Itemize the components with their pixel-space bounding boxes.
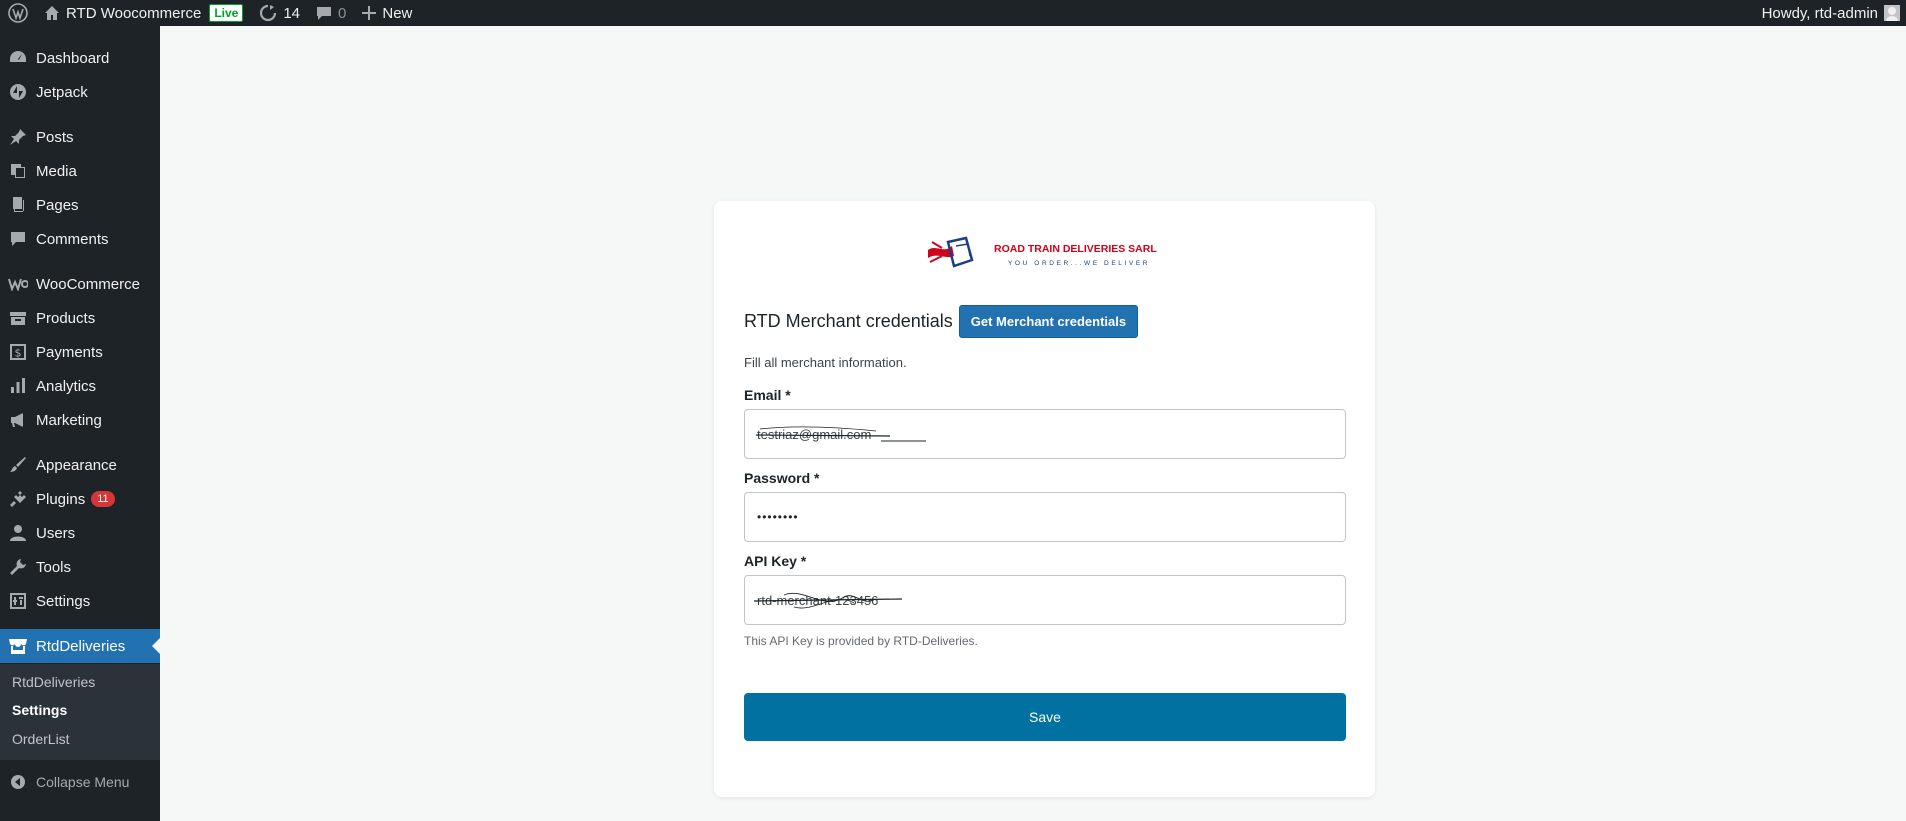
form-description: Fill all merchant information. xyxy=(744,355,907,370)
updates-icon xyxy=(259,4,277,22)
password-field[interactable]: •••••••• xyxy=(744,492,1346,542)
password-value: •••••••• xyxy=(757,510,799,524)
menu-label: Tools xyxy=(36,558,72,576)
rtd-logo: ROAD TRAIN DELIVERIES SARL YOU ORDER...W… xyxy=(928,236,1157,268)
email-field[interactable]: testriaz@gmail.com xyxy=(744,409,1346,459)
new-content-link[interactable]: New xyxy=(354,0,420,26)
comment-bubble-icon xyxy=(316,5,332,21)
credentials-card: ROAD TRAIN DELIVERIES SARL YOU ORDER...W… xyxy=(714,201,1375,797)
collapse-arrow-icon xyxy=(0,774,36,790)
comments-count: 0 xyxy=(338,4,347,22)
user-icon xyxy=(0,524,36,542)
submenu-rtddeliveries[interactable]: RtdDeliveries xyxy=(12,674,95,690)
jetpack-icon xyxy=(0,83,36,101)
media-icon xyxy=(0,162,36,180)
menu-label: Appearance xyxy=(36,456,117,474)
get-merchant-credentials-button[interactable]: Get Merchant credentials xyxy=(958,305,1139,338)
menu-rtddeliveries[interactable]: RtdDeliveries xyxy=(0,629,160,663)
archive-icon xyxy=(0,309,36,327)
menu-analytics[interactable]: Analytics xyxy=(0,369,160,403)
comments-link[interactable]: 0 xyxy=(308,0,354,26)
plugins-update-badge: 11 xyxy=(91,491,115,507)
home-icon xyxy=(44,5,60,21)
logo-title: ROAD TRAIN DELIVERIES SARL xyxy=(994,243,1157,255)
menu-plugins[interactable]: Plugins 11 xyxy=(0,482,160,516)
menu-woocommerce[interactable]: WooCommerce xyxy=(0,267,160,301)
avatar xyxy=(1884,5,1900,21)
menu-label: Jetpack xyxy=(36,83,88,101)
howdy-text: Howdy, rtd-admin xyxy=(1761,4,1878,22)
site-name-link[interactable]: RTD Woocommerce Live xyxy=(36,0,251,26)
menu-settings[interactable]: Settings xyxy=(0,584,160,618)
menu-label: Plugins xyxy=(36,490,86,508)
submenu-settings[interactable]: Settings xyxy=(12,702,67,718)
menu-label: Analytics xyxy=(36,377,97,395)
api-key-field[interactable]: rtd-merchant-123456 xyxy=(744,575,1346,625)
submenu-orderlist[interactable]: OrderList xyxy=(12,731,70,747)
bar-chart-icon xyxy=(0,377,36,395)
menu-dashboard[interactable]: Dashboard xyxy=(0,41,160,75)
menu-label: Media xyxy=(36,162,77,180)
megaphone-icon xyxy=(0,411,36,429)
wordpress-logo-icon[interactable] xyxy=(0,0,36,26)
menu-label: Marketing xyxy=(36,411,102,429)
plugin-icon xyxy=(0,490,36,508)
menu-payments[interactable]: $ Payments xyxy=(0,335,160,369)
svg-text:$: $ xyxy=(15,347,22,360)
comment-icon xyxy=(0,230,36,248)
menu-pages[interactable]: Pages xyxy=(0,188,160,222)
updates-link[interactable]: 14 xyxy=(251,0,308,26)
logo-tagline: YOU ORDER...WE DELIVER xyxy=(1008,260,1150,267)
dollar-icon: $ xyxy=(0,343,36,361)
menu-label: WooCommerce xyxy=(36,275,140,293)
brush-icon xyxy=(0,456,36,474)
api-key-label: API Key * xyxy=(744,553,807,569)
pages-icon xyxy=(0,196,36,214)
page-title: RTD Merchant credentials xyxy=(744,311,953,331)
woo-icon xyxy=(0,277,36,291)
email-value: testriaz@gmail.com xyxy=(757,426,872,442)
dashboard-icon xyxy=(0,49,36,67)
admin-sidebar: Dashboard Jetpack Posts Media Pages Comm… xyxy=(0,26,160,821)
account-menu[interactable]: Howdy, rtd-admin xyxy=(1754,0,1906,26)
menu-label: Products xyxy=(36,309,96,327)
new-label: New xyxy=(382,4,413,22)
email-label: Email * xyxy=(744,387,791,403)
wrench-icon xyxy=(0,558,36,576)
menu-label: Dashboard xyxy=(36,49,110,67)
collapse-menu-label: Collapse Menu xyxy=(36,774,130,790)
menu-label: Pages xyxy=(36,196,79,214)
plus-icon xyxy=(362,6,377,20)
menu-label: Payments xyxy=(36,343,103,361)
menu-label: Comments xyxy=(36,230,109,248)
menu-marketing[interactable]: Marketing xyxy=(0,403,160,437)
rtd-submenu: RtdDeliveries Settings OrderList xyxy=(0,664,160,760)
menu-label: RtdDeliveries xyxy=(36,637,126,655)
site-name: RTD Woocommerce xyxy=(66,4,202,22)
menu-tools[interactable]: Tools xyxy=(0,550,160,584)
menu-products[interactable]: Products xyxy=(0,301,160,335)
menu-jetpack[interactable]: Jetpack xyxy=(0,75,160,109)
api-key-help-text: This API Key is provided by RTD-Deliveri… xyxy=(744,634,978,648)
live-badge: Live xyxy=(209,4,244,22)
pin-icon xyxy=(0,128,36,146)
save-button[interactable]: Save xyxy=(744,693,1346,741)
password-label: Password * xyxy=(744,470,820,486)
updates-count: 14 xyxy=(283,4,301,22)
menu-label: Posts xyxy=(36,128,74,146)
api-key-value: rtd-merchant-123456 xyxy=(757,592,879,608)
menu-label: Settings xyxy=(36,592,91,610)
menu-posts[interactable]: Posts xyxy=(0,120,160,154)
menu-media[interactable]: Media xyxy=(0,154,160,188)
store-icon xyxy=(0,637,36,655)
menu-comments[interactable]: Comments xyxy=(0,222,160,256)
menu-appearance[interactable]: Appearance xyxy=(0,448,160,482)
menu-users[interactable]: Users xyxy=(0,516,160,550)
heading-row: RTD Merchant credentials Get Merchant cr… xyxy=(744,305,1139,338)
menu-label: Users xyxy=(36,524,76,542)
collapse-menu-button[interactable]: Collapse Menu xyxy=(0,768,160,796)
admin-bar: RTD Woocommerce Live 14 0 New Howdy, rtd… xyxy=(0,0,1906,26)
settings-icon xyxy=(0,592,36,610)
